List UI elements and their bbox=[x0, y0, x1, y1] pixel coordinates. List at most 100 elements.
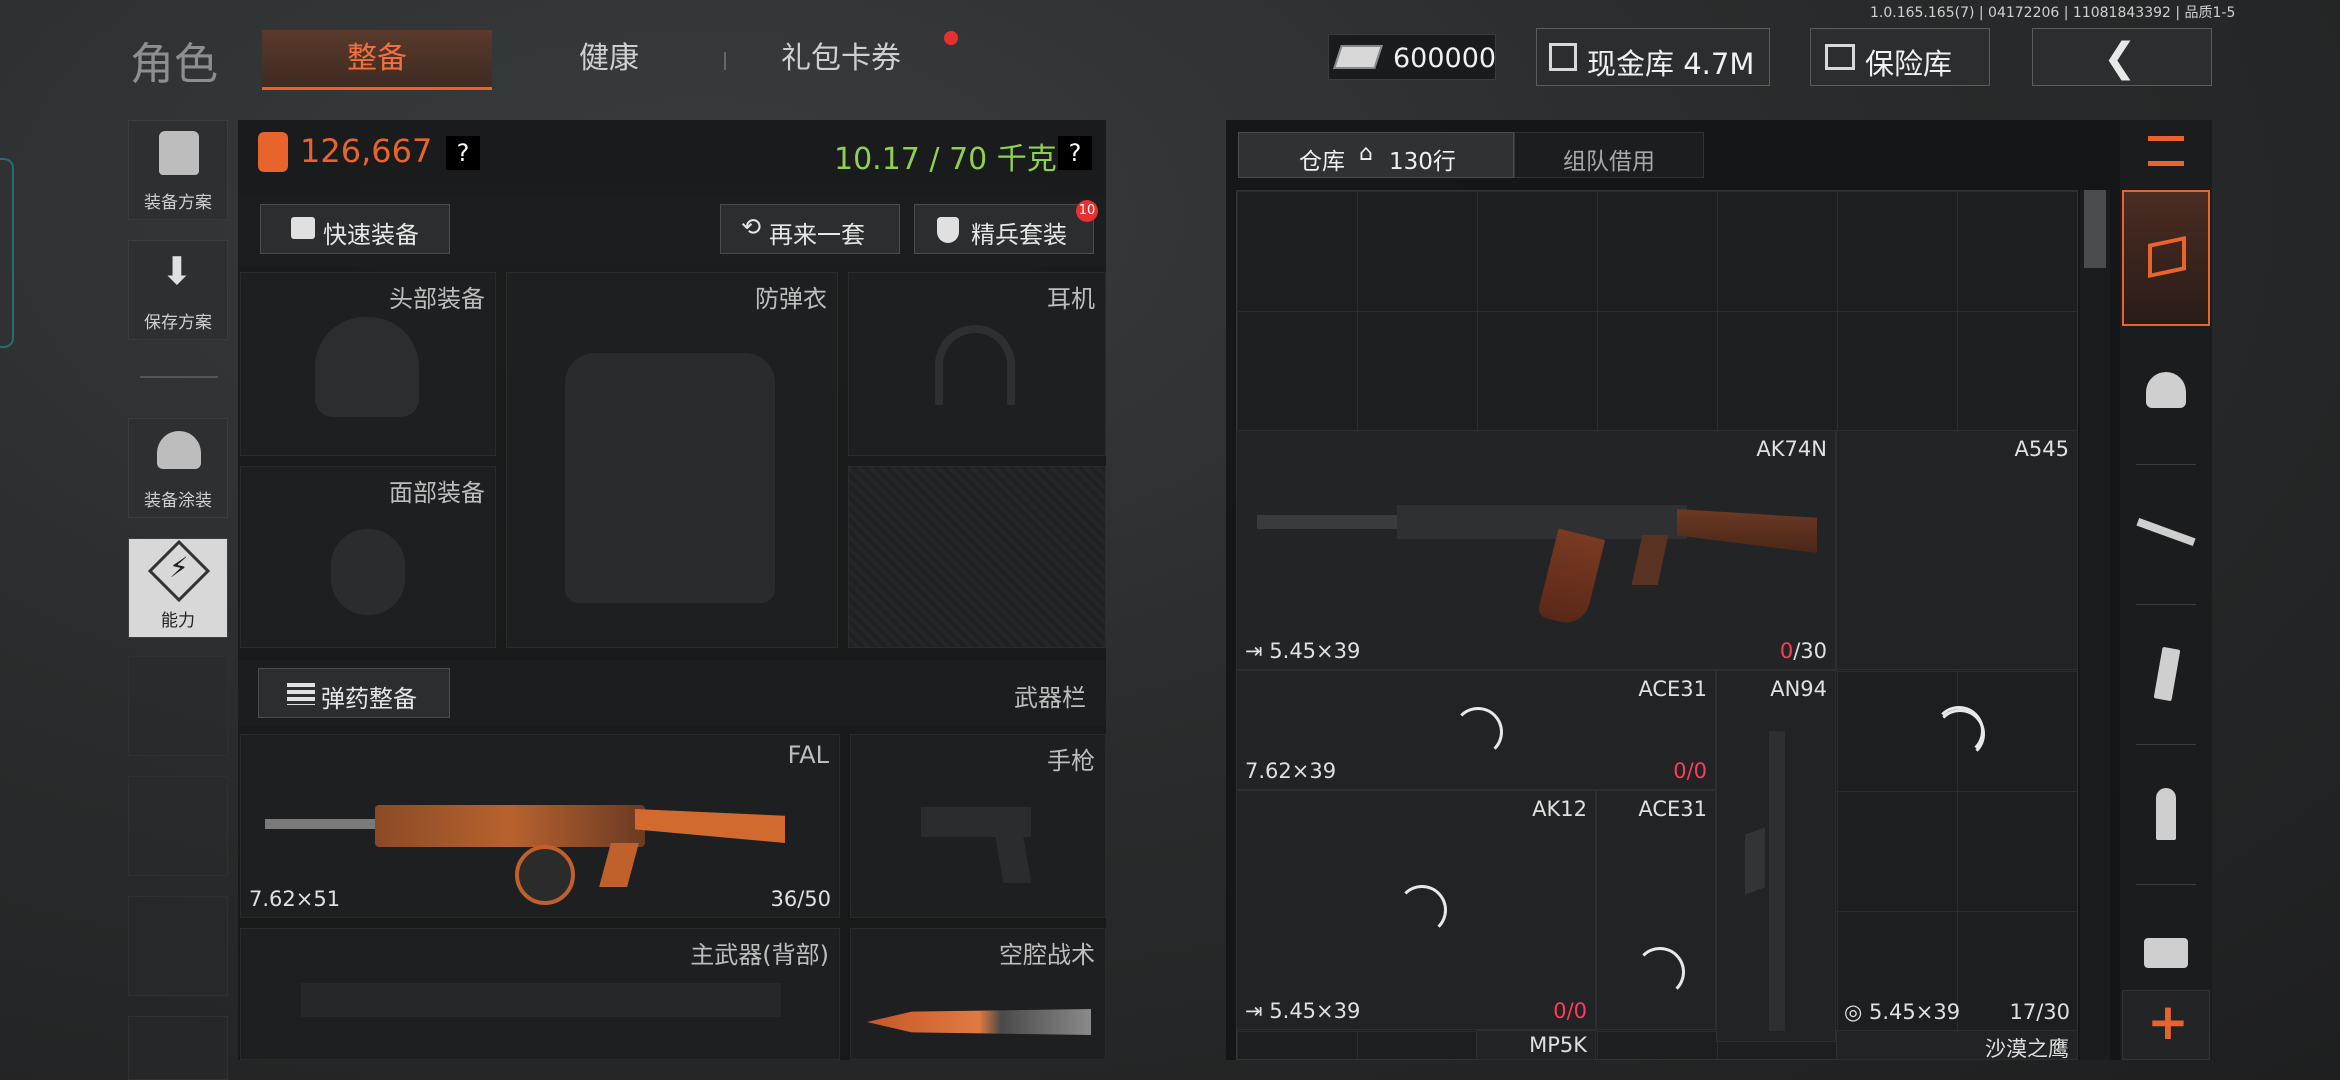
category-ammo[interactable] bbox=[2122, 770, 2210, 860]
item-ammo-value: 5.45×39 bbox=[1269, 639, 1361, 663]
tab-equip[interactable]: 整备 bbox=[262, 30, 492, 90]
tab-equip-label: 整备 bbox=[347, 41, 407, 76]
loadout-plan-button[interactable]: 装备方案 bbox=[128, 120, 228, 220]
item-ammo-value: 7.62×39 bbox=[1245, 759, 1337, 783]
storage-item-ak74n[interactable]: AK74N ⇥ 5.45×39 0/30 bbox=[1236, 430, 1836, 670]
ak74n-image bbox=[1257, 471, 1817, 631]
sidebar-empty-slot[interactable] bbox=[128, 1016, 228, 1080]
value-help-button[interactable]: ? bbox=[446, 136, 480, 170]
an94-image bbox=[1769, 731, 1785, 1031]
storage-item-an94[interactable]: AN94 bbox=[1716, 670, 1836, 1042]
tab-gift-coupons[interactable]: 礼包卡券 bbox=[726, 30, 956, 90]
item-name: AK74N bbox=[1756, 437, 1827, 461]
equipment-skin-button[interactable]: 装备涂装 bbox=[128, 418, 228, 518]
quick-equip-label: 快速装备 bbox=[323, 221, 419, 249]
team-borrow-label: 组队借用 bbox=[1563, 149, 1655, 175]
sidebar-empty-slot[interactable] bbox=[128, 656, 228, 756]
elite-set-button[interactable]: 精兵套装 bbox=[914, 204, 1094, 254]
equipment-skin-label: 装备涂装 bbox=[144, 491, 212, 511]
cash-vault-button[interactable]: 现金库 4.7M bbox=[1536, 28, 1770, 86]
scrollbar-track[interactable] bbox=[2080, 190, 2110, 1060]
category-magazine[interactable] bbox=[2122, 630, 2210, 720]
item-name: AK12 bbox=[1532, 797, 1587, 821]
category-helmet[interactable] bbox=[2122, 350, 2210, 440]
loading-icon bbox=[1453, 707, 1503, 757]
armor-slot[interactable]: 防弹衣 bbox=[506, 272, 838, 648]
repeat-set-label: 再来一套 bbox=[769, 221, 865, 249]
side-handle[interactable] bbox=[0, 158, 14, 348]
pistol-grip bbox=[994, 833, 1032, 883]
helmet-icon bbox=[2146, 372, 2186, 408]
weapon-bar-label: 武器栏 bbox=[1014, 684, 1086, 712]
ammo-prep-button[interactable]: 弹药整备 bbox=[258, 668, 450, 718]
storage-item-ace31-2[interactable]: ACE31 bbox=[1596, 790, 1716, 1030]
save-plan-label: 保存方案 bbox=[144, 313, 212, 333]
page-title: 角色 bbox=[130, 39, 218, 90]
pistol-slot[interactable]: 手枪 bbox=[850, 734, 1106, 918]
tab-health-label: 健康 bbox=[579, 41, 639, 76]
rail-divider bbox=[2136, 744, 2196, 745]
item-count: 17/30 bbox=[2009, 1000, 2070, 1024]
back-arrow-icon: ❮ bbox=[2103, 35, 2137, 81]
headset-slot[interactable]: 耳机 bbox=[848, 272, 1106, 456]
ability-button[interactable]: ⚡ 能力 bbox=[128, 538, 228, 638]
item-count-total: /30 bbox=[1793, 639, 1827, 663]
storage-item-desert-eagle[interactable]: 沙漠之鹰 bbox=[1836, 1030, 2078, 1061]
shield-icon bbox=[937, 217, 959, 243]
stack-icon bbox=[2148, 235, 2186, 279]
cash-vault-label: 现金库 4.7M bbox=[1587, 47, 1755, 81]
melee-slot[interactable]: 空腔战术 bbox=[850, 928, 1106, 1060]
back-button[interactable]: ❮ bbox=[2032, 28, 2212, 86]
notification-dot bbox=[944, 31, 958, 45]
primary-weapon-count: 36/50 bbox=[770, 887, 831, 911]
tab-warehouse[interactable]: 仓库 ⌂ 130行 bbox=[1238, 132, 1514, 178]
item-count: 0/0 bbox=[1553, 999, 1587, 1023]
loading-icon bbox=[1635, 947, 1685, 997]
category-attachment[interactable] bbox=[2122, 910, 2210, 1000]
storage-item-ace31[interactable]: ACE31 7.62×39 0/0 bbox=[1236, 670, 1716, 790]
item-ammo: ⇥ 5.45×39 bbox=[1245, 639, 1361, 663]
save-plan-button[interactable]: ⬇ 保存方案 bbox=[128, 240, 228, 340]
item-count-current: 0 bbox=[1779, 639, 1794, 663]
category-all[interactable] bbox=[2122, 190, 2210, 326]
item-count-current: 0 bbox=[1553, 999, 1567, 1023]
storage-item-a545[interactable]: A545 bbox=[1836, 430, 2078, 759]
sidebar-empty-slot[interactable] bbox=[128, 776, 228, 876]
category-rifle[interactable] bbox=[2122, 490, 2210, 580]
stack-sort-button[interactable] bbox=[2122, 120, 2210, 190]
primary-weapon-slot[interactable]: FAL 7.62×51 36/50 bbox=[240, 734, 840, 918]
bullets-icon bbox=[2156, 788, 2176, 840]
sidebar-empty-slot[interactable] bbox=[128, 896, 228, 996]
download-icon: ⬇ bbox=[161, 249, 193, 293]
weight-help-button[interactable]: ? bbox=[1058, 136, 1092, 170]
headset-icon bbox=[935, 325, 1015, 405]
storage-item-ak12[interactable]: AK12 ⇥ 5.45×39 0/0 bbox=[1236, 790, 1596, 1030]
gas-mask-icon bbox=[331, 529, 405, 615]
scope-icon bbox=[2144, 938, 2188, 968]
quick-equip-button[interactable]: 快速装备 bbox=[260, 204, 450, 254]
add-button[interactable]: + bbox=[2122, 990, 2210, 1060]
cash-icon bbox=[1333, 45, 1383, 69]
rail-divider bbox=[2136, 604, 2196, 605]
tab-health[interactable]: 健康 bbox=[494, 30, 724, 90]
item-name: 沙漠之鹰 bbox=[1985, 1037, 2069, 1061]
head-gear-slot[interactable]: 头部装备 bbox=[240, 272, 496, 456]
item-count-total: /0 bbox=[1686, 759, 1707, 783]
headset-label: 耳机 bbox=[1047, 285, 1095, 313]
insurance-vault-label: 保险库 bbox=[1865, 47, 1953, 81]
repeat-set-button[interactable]: ⟲ 再来一套 bbox=[720, 204, 900, 254]
item-name: ACE31 bbox=[1638, 677, 1707, 701]
currency-display[interactable]: 600000 bbox=[1328, 34, 1496, 80]
loadout-value: 126,667 bbox=[300, 132, 433, 170]
face-gear-slot[interactable]: 面部装备 bbox=[240, 466, 496, 648]
storage-item-stack[interactable]: ◎ 5.45×39 17/30 bbox=[1836, 670, 2078, 1030]
insurance-vault-button[interactable]: 保险库 bbox=[1810, 28, 1990, 86]
tab-team-borrow[interactable]: 组队借用 bbox=[1514, 132, 1704, 178]
storage-item-mp5k[interactable]: MP5K bbox=[1476, 1030, 1596, 1060]
back-weapon-slot[interactable]: 主武器(背部) bbox=[240, 928, 840, 1060]
item-count: 0/30 bbox=[1780, 639, 1827, 663]
melee-label: 空腔战术 bbox=[999, 941, 1095, 969]
item-name: AN94 bbox=[1770, 677, 1827, 701]
tab-gift-coupons-label: 礼包卡券 bbox=[781, 41, 901, 76]
scrollbar-thumb[interactable] bbox=[2084, 190, 2106, 268]
